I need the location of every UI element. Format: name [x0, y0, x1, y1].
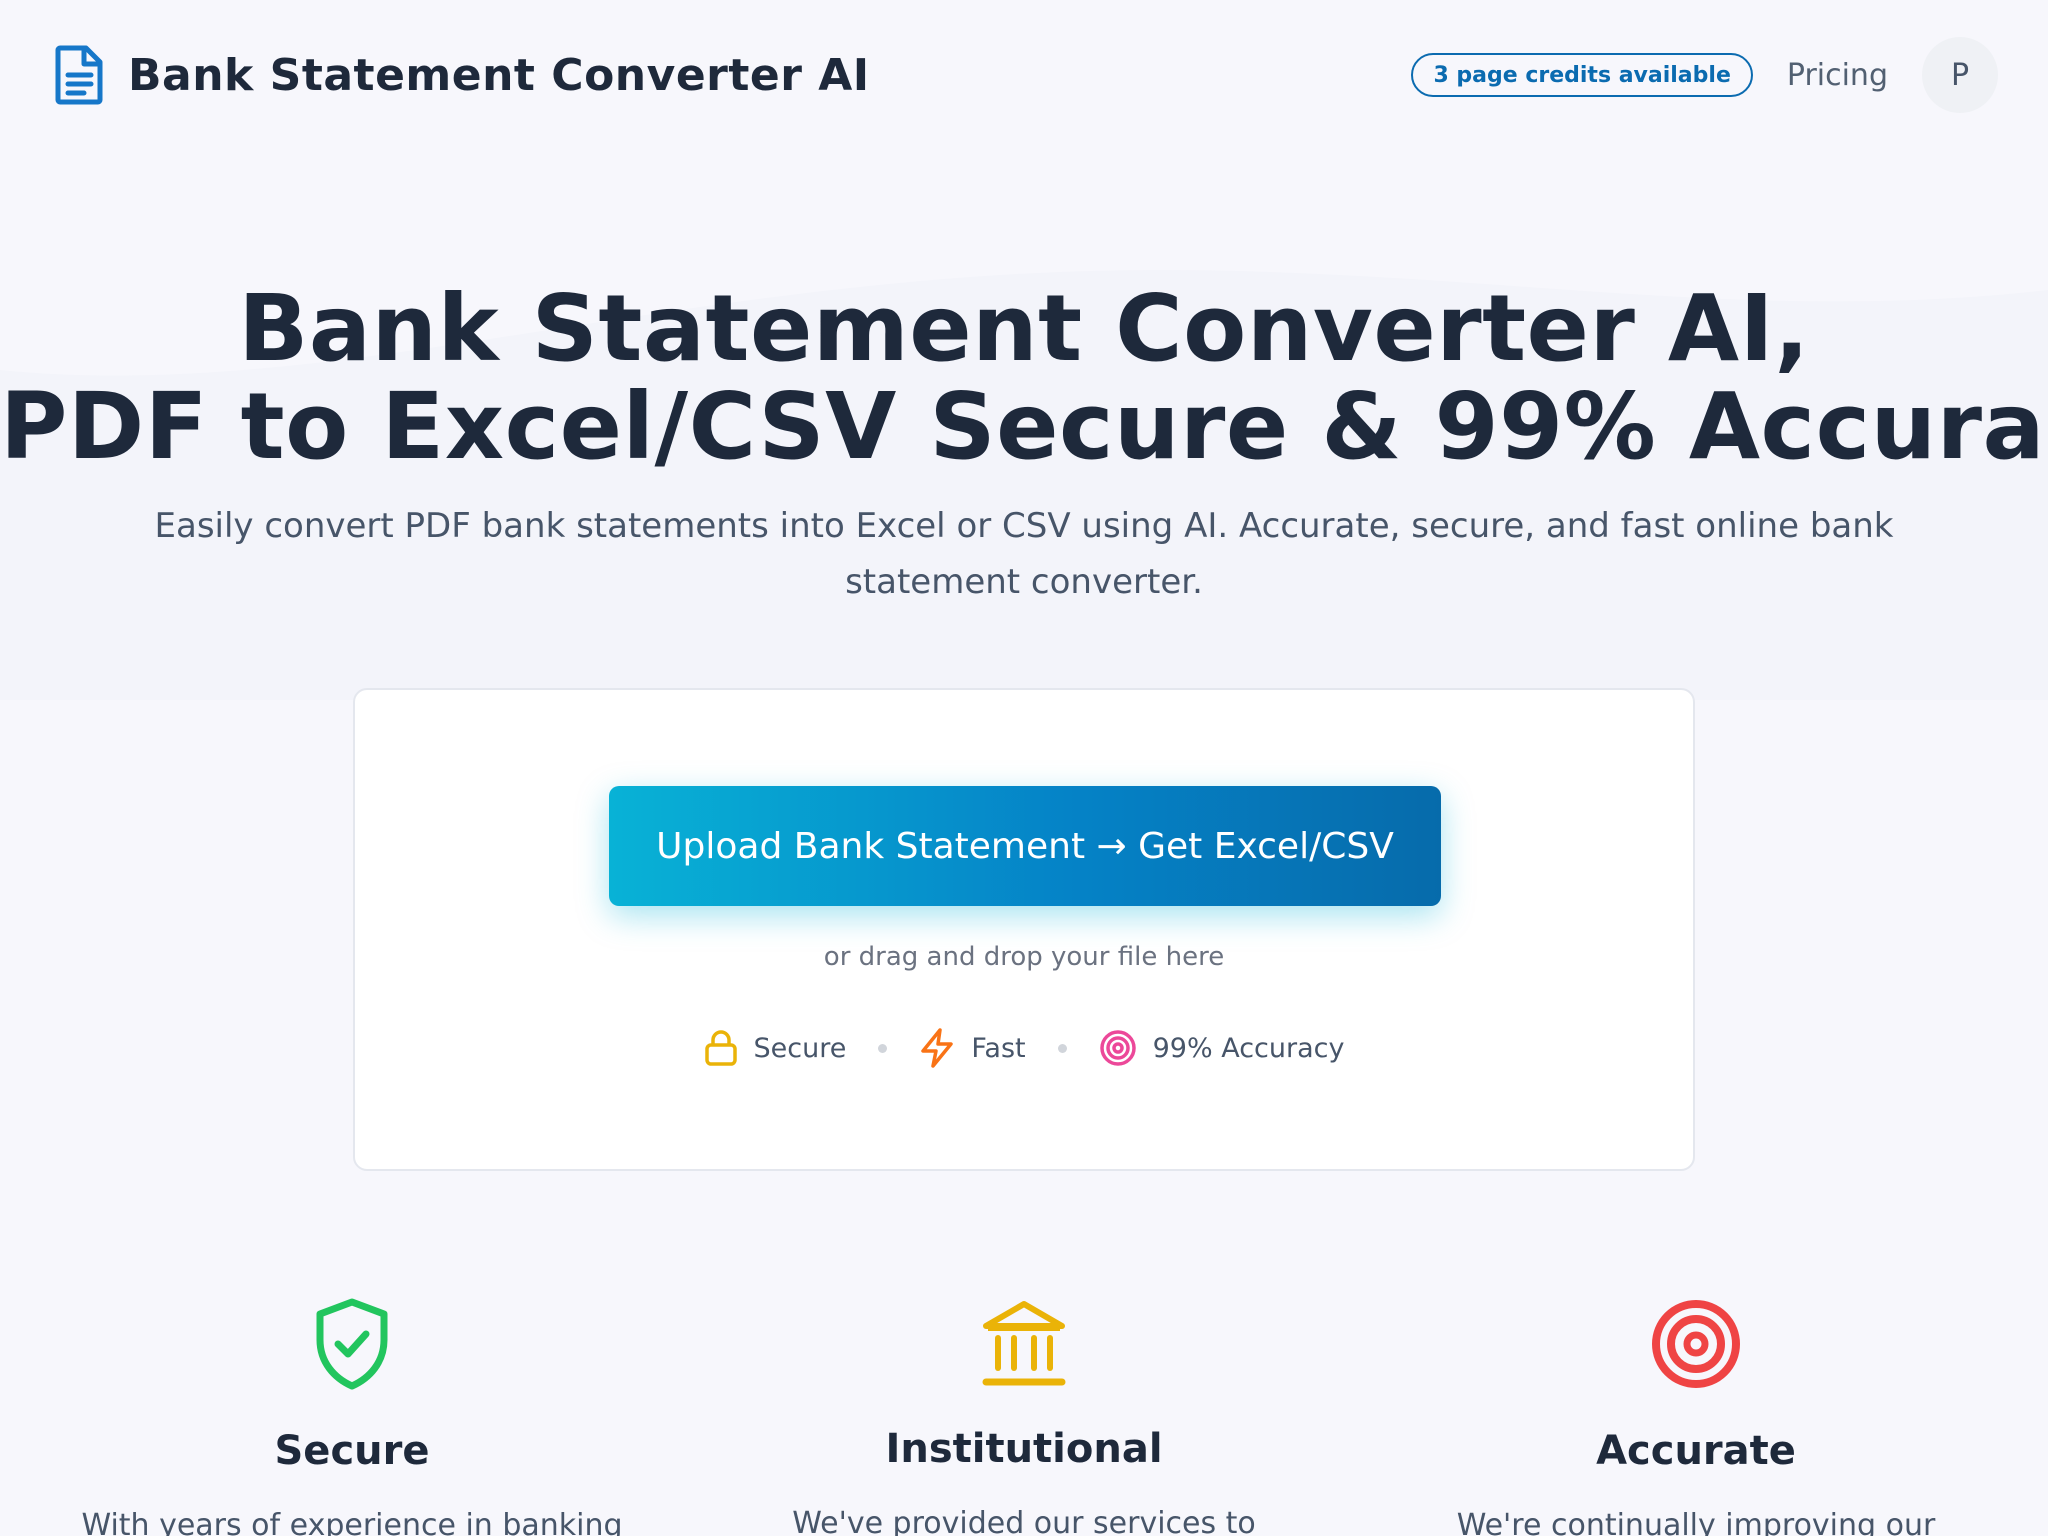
feature-description: We're continually improving our: [1456, 1508, 1936, 1536]
upload-dropzone[interactable]: Upload Bank Statement → Get Excel/CSV or…: [353, 688, 1695, 1171]
top-nav: Bank Statement Converter AI 3 page credi…: [0, 0, 2048, 150]
header-actions: 3 page credits available Pricing P: [1411, 37, 1998, 113]
hero: Bank Statement Converter AI, PDF to Exce…: [0, 280, 2048, 610]
feature-description: We've provided our services to: [792, 1506, 1256, 1536]
page: Bank Statement Converter AI 3 page credi…: [0, 0, 2048, 1536]
feature-description: With years of experience in banking: [81, 1508, 623, 1536]
badge-label: 99% Accuracy: [1152, 1032, 1345, 1064]
feature-title: Secure: [274, 1428, 430, 1474]
badge-label: Secure: [753, 1032, 847, 1064]
shield-check-icon: [316, 1298, 388, 1390]
separator-dot: [878, 1043, 888, 1053]
target-icon: [1099, 1030, 1136, 1066]
feature-secure: Secure With years of experience in banki…: [52, 1298, 652, 1536]
hero-title: Bank Statement Converter AI, PDF to Exce…: [0, 280, 2048, 476]
hero-title-line2: PDF to Excel/CSV Secure & 99% Accuracy: [0, 373, 2048, 480]
document-icon: [55, 45, 103, 105]
target-icon: [1652, 1300, 1740, 1388]
pricing-link[interactable]: Pricing: [1787, 58, 1888, 93]
badge-fast: Fast: [919, 1028, 1026, 1068]
upload-button[interactable]: Upload Bank Statement → Get Excel/CSV: [609, 786, 1441, 906]
badge-secure: Secure: [704, 1029, 847, 1067]
badge-label: Fast: [971, 1032, 1026, 1064]
credits-badge[interactable]: 3 page credits available: [1411, 53, 1753, 97]
lock-icon: [704, 1030, 737, 1066]
app-name: Bank Statement Converter AI: [128, 49, 870, 101]
upload-badges: Secure Fast 99% Accuracy: [355, 1028, 1693, 1068]
separator-dot: [1057, 1043, 1067, 1053]
bank-icon: [982, 1301, 1066, 1386]
hero-title-line1: Bank Statement Converter AI,: [238, 275, 1810, 382]
feature-institutional: Institutional We've provided our service…: [724, 1298, 1324, 1536]
avatar[interactable]: P: [1922, 37, 1998, 113]
badge-accuracy: 99% Accuracy: [1099, 1029, 1345, 1067]
feature-title: Institutional: [885, 1426, 1163, 1472]
lightning-icon: [921, 1028, 954, 1068]
drag-drop-hint: or drag and drop your file here: [823, 942, 1225, 972]
feature-title: Accurate: [1596, 1428, 1796, 1474]
hero-subtitle: Easily convert PDF bank statements into …: [154, 506, 1894, 602]
brand[interactable]: Bank Statement Converter AI: [54, 44, 870, 106]
feature-accurate: Accurate We're continually improving our: [1396, 1298, 1996, 1536]
